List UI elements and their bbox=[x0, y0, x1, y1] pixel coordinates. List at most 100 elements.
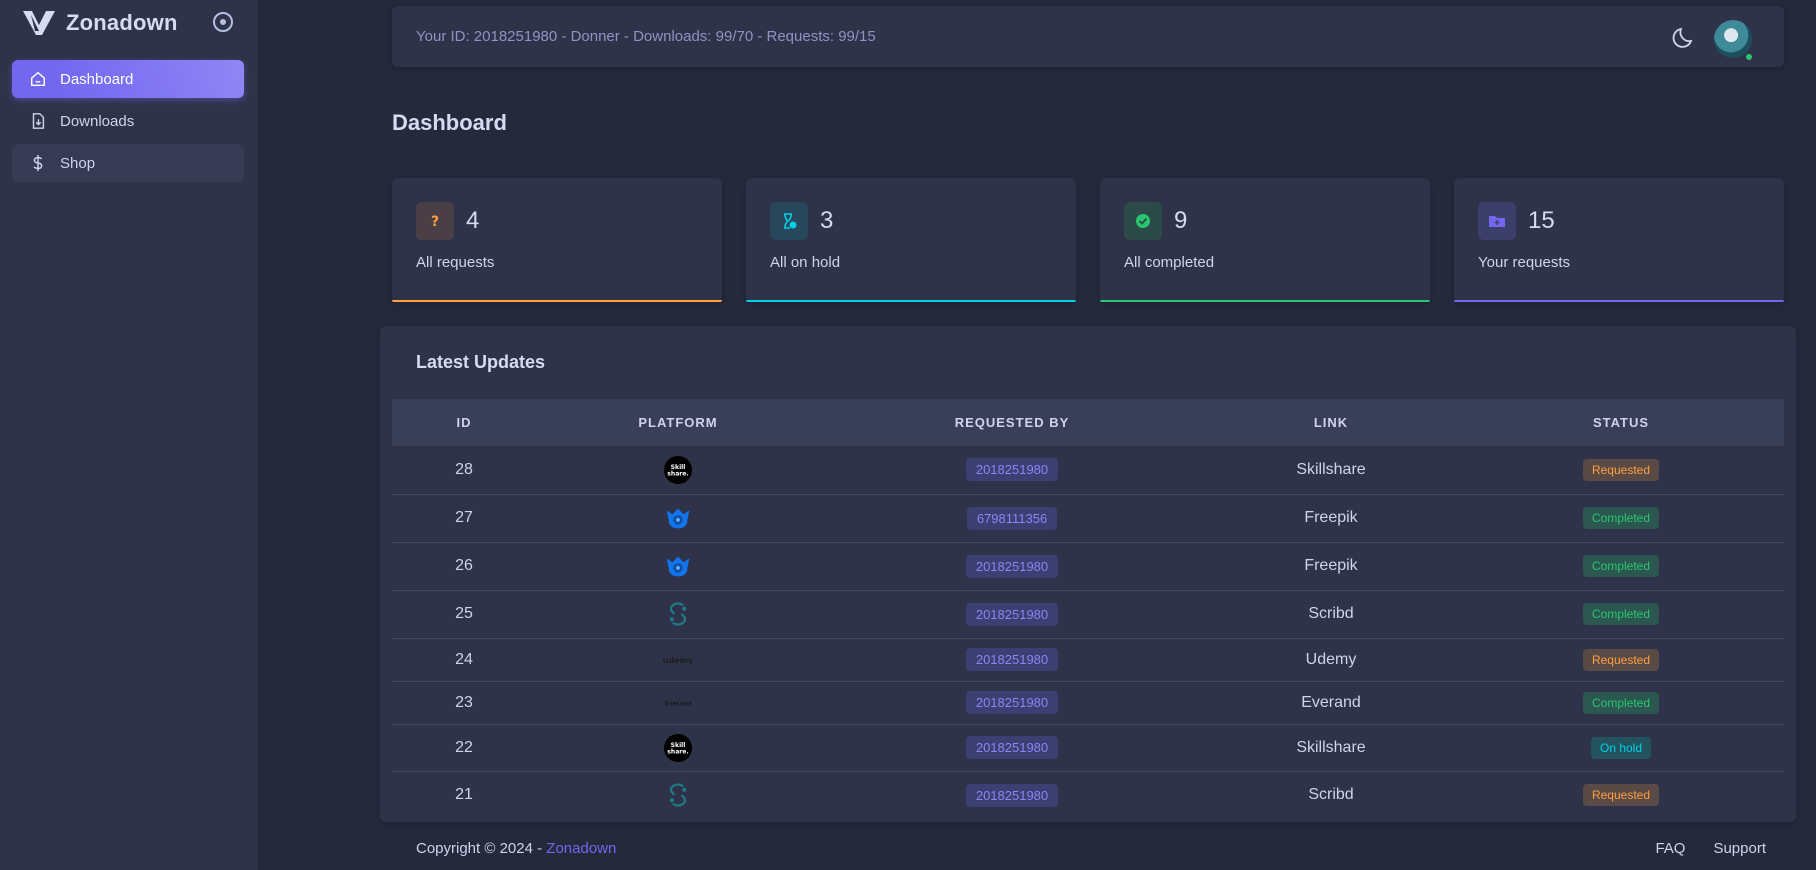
requested-by-badge[interactable]: 2018251980 bbox=[965, 458, 1059, 482]
cell-link[interactable]: Skillshare bbox=[1204, 724, 1458, 771]
table-row[interactable]: 23 Everand 2018251980 Everand Completed bbox=[392, 681, 1784, 724]
sidebar-item-label: Shop bbox=[60, 154, 96, 172]
table-row[interactable]: 24 udemy 2018251980 Udemy Requested bbox=[392, 638, 1784, 681]
cell-platform: Skill share. bbox=[536, 446, 820, 494]
column-header-requested-by[interactable]: REQUESTED BY bbox=[820, 399, 1204, 446]
cell-status: Completed bbox=[1458, 542, 1784, 590]
scribd-logo bbox=[662, 598, 694, 630]
stat-card-your-requests[interactable]: 15 Your requests bbox=[1454, 178, 1784, 302]
cell-requested-by: 2018251980 bbox=[820, 724, 1204, 771]
cell-id: 21 bbox=[455, 786, 473, 804]
folder-icon bbox=[1478, 202, 1516, 240]
cell-id: 25 bbox=[455, 605, 473, 622]
table-row[interactable]: 22 Skill share. 2018251980 Skillshare On hold bbox=[392, 724, 1784, 771]
online-status-dot bbox=[1744, 52, 1754, 62]
cell-status: Requested bbox=[1458, 446, 1784, 494]
stat-value: 15 bbox=[1528, 207, 1555, 234]
cell-status: Completed bbox=[1458, 494, 1784, 542]
check-circle-icon bbox=[1124, 202, 1162, 240]
udemy-logo: udemy bbox=[662, 644, 694, 676]
cell-link[interactable]: Skillshare bbox=[1204, 446, 1458, 494]
user-info-text: Your ID: 2018251980 - Donner - Downloads… bbox=[416, 28, 876, 45]
table-row[interactable]: 25 2018251980 Scribd Completed bbox=[392, 590, 1784, 638]
sidebar-item-label: Dashboard bbox=[60, 70, 134, 88]
column-header-id[interactable]: ID bbox=[392, 399, 536, 446]
status-badge: Completed bbox=[1582, 507, 1660, 529]
card-accent-bar bbox=[392, 300, 722, 302]
footer-link-faq[interactable]: FAQ bbox=[1655, 840, 1685, 857]
status-badge: Completed bbox=[1582, 691, 1660, 714]
requested-by-badge[interactable]: 2018251980 bbox=[965, 691, 1059, 714]
svg-text:share.: share. bbox=[667, 470, 688, 477]
table-row[interactable]: 27 6798111356 Freepik Completed bbox=[392, 494, 1784, 542]
latest-updates-title: Latest Updates bbox=[416, 352, 546, 372]
footer-brand-link[interactable]: Zonadown bbox=[546, 840, 616, 857]
sidebar-nav: Dashboard Downloads Shop bbox=[12, 60, 244, 186]
cell-platform bbox=[536, 590, 820, 638]
dollar-icon bbox=[28, 153, 48, 173]
svg-text:Everand: Everand bbox=[665, 699, 691, 707]
status-badge: Requested bbox=[1582, 648, 1660, 671]
cell-platform: Everand bbox=[536, 681, 820, 724]
cell-link[interactable]: Everand bbox=[1204, 681, 1458, 724]
table-row[interactable]: 21 2018251980 Scribd Requested bbox=[392, 771, 1784, 819]
cell-requested-by: 2018251980 bbox=[820, 542, 1204, 590]
cell-requested-by: 2018251980 bbox=[820, 771, 1204, 819]
question-icon: ? bbox=[416, 202, 454, 240]
status-badge: Requested bbox=[1582, 458, 1660, 481]
svg-text:share.: share. bbox=[667, 748, 688, 755]
status-badge: On hold bbox=[1590, 736, 1652, 759]
requested-by-badge[interactable]: 2018251980 bbox=[965, 554, 1059, 578]
sidebar-item-downloads[interactable]: Downloads bbox=[12, 102, 244, 140]
cell-status: Requested bbox=[1458, 638, 1784, 681]
requested-by-badge[interactable]: 6798111356 bbox=[966, 506, 1058, 530]
cell-link[interactable]: Udemy bbox=[1204, 638, 1458, 681]
cell-requested-by: 6798111356 bbox=[820, 494, 1204, 542]
column-header-status[interactable]: STATUS bbox=[1458, 399, 1784, 446]
topbar: Your ID: 2018251980 - Donner - Downloads… bbox=[392, 6, 1784, 67]
cell-id: 23 bbox=[455, 693, 473, 711]
cell-status: Completed bbox=[1458, 681, 1784, 724]
table-row[interactable]: 26 2018251980 Freepik Completed bbox=[392, 542, 1784, 590]
sidebar-item-shop[interactable]: Shop bbox=[12, 144, 244, 182]
cell-link[interactable]: Freepik bbox=[1204, 542, 1458, 590]
requested-by-badge[interactable]: 2018251980 bbox=[965, 648, 1059, 671]
cell-platform bbox=[536, 494, 820, 542]
requested-by-badge[interactable]: 2018251980 bbox=[965, 736, 1059, 759]
status-badge: Completed bbox=[1582, 603, 1660, 625]
column-header-platform[interactable]: PLATFORM bbox=[536, 399, 820, 446]
sidebar: Zonadown Dashboard Downloads Shop bbox=[0, 0, 258, 870]
zonadown-logo-icon bbox=[23, 11, 55, 35]
table-header-row: ID PLATFORM REQUESTED BY LINK STATUS bbox=[392, 399, 1784, 446]
table-row[interactable]: 28 Skill share. 2018251980 Skillshare Request… bbox=[392, 446, 1784, 494]
sidebar-item-dashboard[interactable]: Dashboard bbox=[12, 60, 244, 98]
cell-requested-by: 2018251980 bbox=[820, 638, 1204, 681]
cell-link[interactable]: Scribd bbox=[1204, 771, 1458, 819]
stat-card-completed[interactable]: 9 All completed bbox=[1100, 178, 1430, 302]
cell-id: 22 bbox=[455, 738, 473, 756]
stat-card-on-hold[interactable]: 3 All on hold bbox=[746, 178, 1076, 302]
moon-icon[interactable] bbox=[1672, 24, 1698, 50]
column-header-link[interactable]: LINK bbox=[1204, 399, 1458, 446]
sidebar-item-label: Downloads bbox=[60, 112, 135, 130]
hourglass-icon bbox=[770, 202, 808, 240]
requested-by-badge[interactable]: 2018251980 bbox=[965, 783, 1059, 807]
stat-card-all-requests[interactable]: ? 4 All requests bbox=[392, 178, 722, 302]
cell-link[interactable]: Freepik bbox=[1204, 494, 1458, 542]
cell-platform: Skill share. bbox=[536, 724, 820, 771]
requested-by-badge[interactable]: 2018251980 bbox=[965, 602, 1059, 626]
updates-table: ID PLATFORM REQUESTED BY LINK STATUS 28 S… bbox=[392, 399, 1784, 819]
cell-platform: udemy bbox=[536, 638, 820, 681]
footer-link-support[interactable]: Support bbox=[1713, 840, 1766, 857]
stats-cards: ? 4 All requests 3 All on hold 9 All com… bbox=[392, 178, 1784, 302]
cell-status: Requested bbox=[1458, 771, 1784, 819]
copyright-text: Copyright © 2024 - bbox=[416, 840, 547, 857]
footer-copyright: Copyright © 2024 - Zonadown bbox=[416, 840, 616, 857]
stat-value: 9 bbox=[1174, 207, 1188, 234]
cell-platform bbox=[536, 542, 820, 590]
sidebar-collapse-button[interactable] bbox=[213, 12, 233, 32]
cell-link[interactable]: Scribd bbox=[1204, 590, 1458, 638]
brand[interactable]: Zonadown bbox=[22, 8, 178, 38]
status-badge: Completed bbox=[1582, 555, 1660, 577]
cell-requested-by: 2018251980 bbox=[820, 590, 1204, 638]
